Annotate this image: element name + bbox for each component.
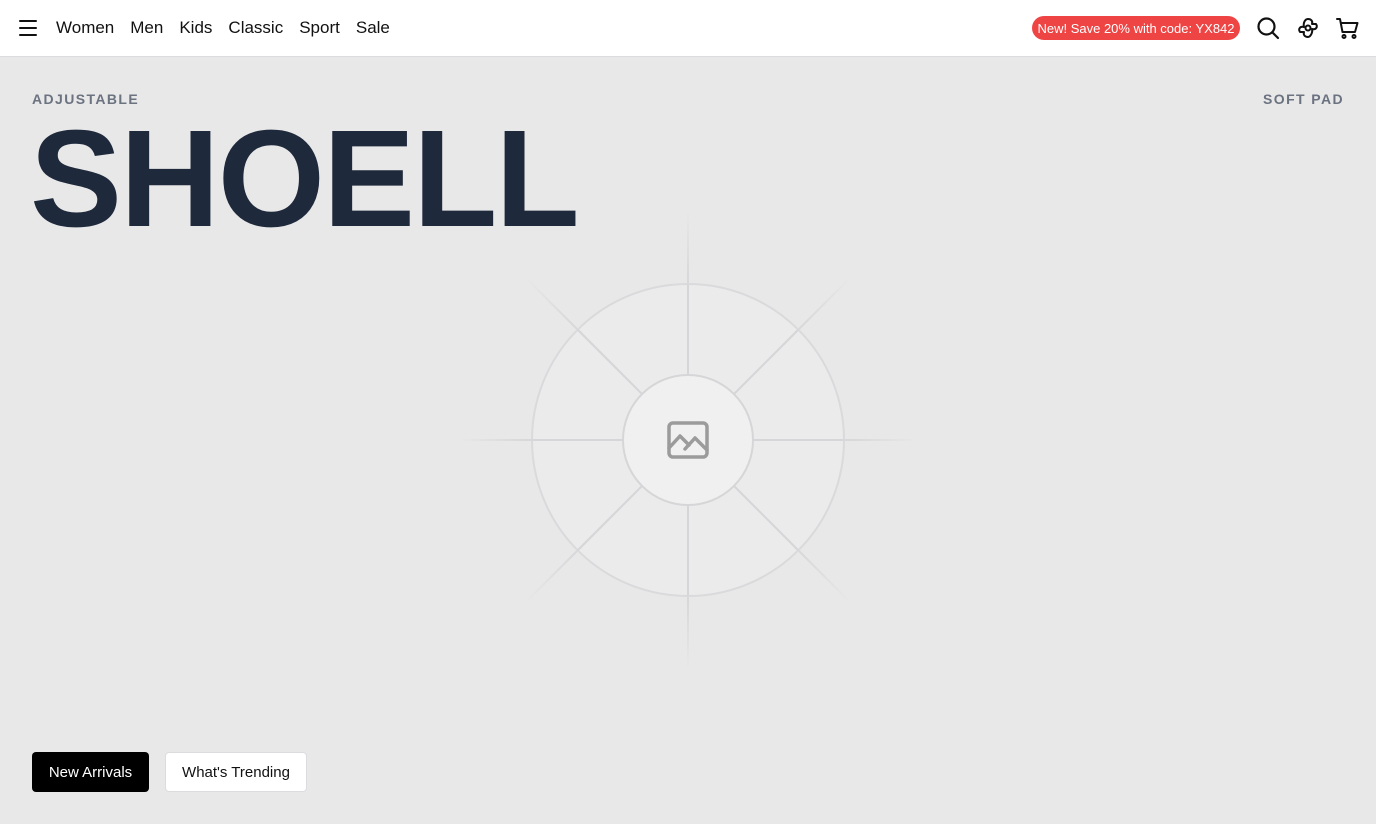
cart-icon[interactable]: [1336, 16, 1360, 40]
new-arrivals-button[interactable]: New Arrivals: [32, 752, 149, 792]
search-icon[interactable]: [1256, 16, 1280, 40]
nav-item-kids[interactable]: Kids: [179, 18, 212, 38]
nav-item-classic[interactable]: Classic: [228, 18, 283, 38]
hamburger-menu-icon[interactable]: [18, 18, 38, 38]
main-nav: Women Men Kids Classic Sport Sale: [56, 0, 406, 56]
top-header: Women Men Kids Classic Sport Sale New! S…: [0, 0, 1376, 57]
whats-trending-button[interactable]: What's Trending: [165, 752, 307, 792]
nav-item-sale[interactable]: Sale: [356, 18, 390, 38]
brand-logo-icon[interactable]: [1296, 16, 1320, 40]
image-placeholder-icon: [666, 418, 710, 462]
nav-item-women[interactable]: Women: [56, 18, 114, 38]
eyebrow-right: SOFT PAD: [1263, 91, 1344, 107]
promo-badge[interactable]: New! Save 20% with code: YX842: [1032, 16, 1240, 40]
nav-item-sport[interactable]: Sport: [299, 18, 340, 38]
hero-image-placeholder: [458, 210, 918, 670]
nav-item-men[interactable]: Men: [130, 18, 163, 38]
